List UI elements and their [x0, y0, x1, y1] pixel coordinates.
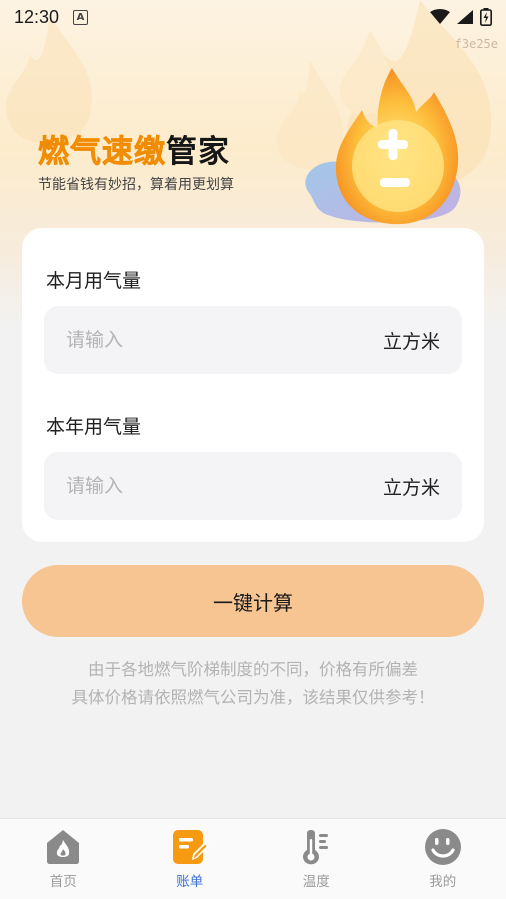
disclaimer-text: 由于各地燃气阶梯制度的不同，价格有所偏差 具体价格请依照燃气公司为准，该结果仅供… — [30, 656, 476, 712]
bill-edit-icon — [172, 830, 209, 864]
notification-icon: A — [73, 9, 89, 25]
bottom-tab-bar: 首页 账单 温度 我的 — [0, 818, 506, 899]
tab-home-label: 首页 — [49, 874, 77, 890]
status-indicators — [430, 8, 492, 26]
thermometer-icon — [303, 830, 329, 865]
tab-profile-label: 我的 — [429, 874, 457, 890]
home-flame-icon — [47, 830, 80, 864]
wifi-icon — [430, 9, 450, 24]
calculator-flame-mascot-icon — [305, 68, 461, 225]
monthly-usage-label: 本月用气量 — [46, 270, 142, 292]
app-title-rest: 管家 — [166, 134, 230, 170]
signal-icon — [457, 10, 473, 24]
build-code: f3e25e — [454, 37, 498, 51]
smiley-profile-icon — [424, 829, 461, 865]
tab-temperature[interactable]: 温度 — [253, 819, 380, 899]
disclaimer-line-2: 具体价格请依照燃气公司为准，该结果仅供参考！ — [71, 688, 435, 707]
calculator-card: 本月用气量 立方米 本年用气量 立方米 — [22, 228, 484, 542]
status-bar: 12:30 A — [0, 0, 506, 34]
yearly-usage-label: 本年用气量 — [46, 416, 142, 438]
calculate-button[interactable]: 一键计算 — [22, 565, 484, 637]
status-time: 12:30 — [14, 6, 60, 27]
tab-temperature-label: 温度 — [302, 874, 330, 890]
app-title-highlight: 燃气速缴 — [38, 134, 166, 171]
app-subtitle: 节能省钱有妙招，算着用更划算 — [38, 177, 234, 193]
monthly-usage-input[interactable] — [66, 329, 383, 351]
monthly-unit-label: 立方米 — [382, 330, 440, 353]
tab-bill-label: 账单 — [176, 874, 204, 890]
yearly-unit-label: 立方米 — [382, 476, 440, 499]
tab-profile[interactable]: 我的 — [380, 819, 506, 899]
disclaimer-line-1: 由于各地燃气阶梯制度的不同，价格有所偏差 — [88, 660, 418, 679]
monthly-usage-field: 立方米 — [44, 306, 462, 374]
battery-icon — [480, 8, 492, 26]
yearly-usage-input[interactable] — [66, 475, 383, 497]
app-title: 燃气速缴管家 — [38, 126, 230, 171]
tab-home[interactable]: 首页 — [0, 819, 127, 899]
tab-bill[interactable]: 账单 — [127, 819, 254, 899]
yearly-usage-field: 立方米 — [44, 452, 462, 520]
